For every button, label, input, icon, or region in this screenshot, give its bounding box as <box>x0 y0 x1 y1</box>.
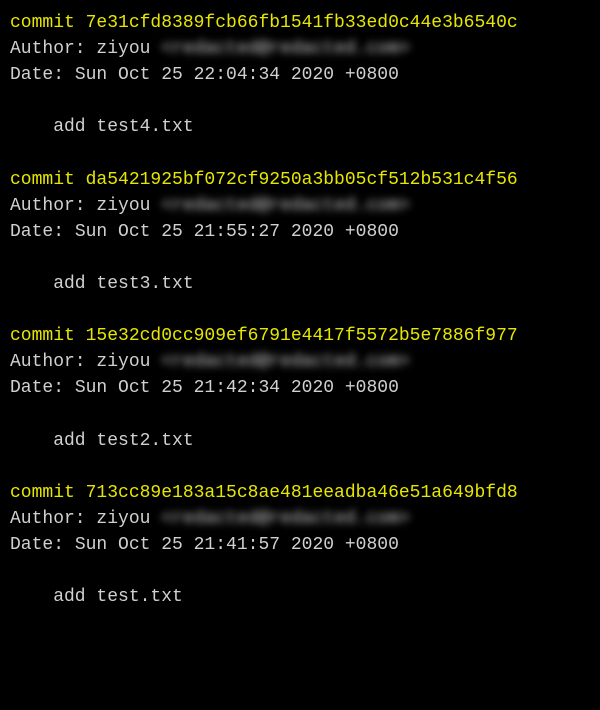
commit-label: commit <box>10 13 75 33</box>
commit-label: commit <box>10 170 75 190</box>
commit-line: commit 7e31cfd8389fcb66fb1541fb33ed0c44e… <box>10 10 590 36</box>
git-log-output: commit 7e31cfd8389fcb66fb1541fb33ed0c44e… <box>10 10 590 636</box>
author-line: Author: ziyou <redacted@redacted.com> <box>10 193 590 219</box>
author-name: ziyou <box>86 352 162 372</box>
date-label: Date: <box>10 65 75 85</box>
author-email: <redacted@redacted.com> <box>161 39 409 59</box>
author-line: Author: ziyou <redacted@redacted.com> <box>10 36 590 62</box>
author-line: Author: ziyou <redacted@redacted.com> <box>10 506 590 532</box>
commit-block: commit da5421925bf072cf9250a3bb05cf512b5… <box>10 167 590 324</box>
author-name: ziyou <box>86 509 162 529</box>
author-label: Author: <box>10 509 86 529</box>
commit-message: add test2.txt <box>10 428 590 454</box>
date-label: Date: <box>10 222 75 242</box>
date-line: Date: Sun Oct 25 21:55:27 2020 +0800 <box>10 219 590 245</box>
author-email: <redacted@redacted.com> <box>161 352 409 372</box>
commit-block: commit 713cc89e183a15c8ae481eeadba46e51a… <box>10 480 590 637</box>
commit-message: add test4.txt <box>10 114 590 140</box>
date-label: Date: <box>10 378 75 398</box>
blank-line <box>10 454 590 480</box>
blank-line <box>10 88 590 114</box>
commit-hash: 713cc89e183a15c8ae481eeadba46e51a649bfd8 <box>75 483 518 503</box>
blank-line <box>10 558 590 584</box>
date-line: Date: Sun Oct 25 21:42:34 2020 +0800 <box>10 375 590 401</box>
author-label: Author: <box>10 39 86 59</box>
blank-line <box>10 297 590 323</box>
commit-message: add test3.txt <box>10 271 590 297</box>
date-value: Sun Oct 25 21:42:34 2020 +0800 <box>75 378 399 398</box>
commit-line: commit 15e32cd0cc909ef6791e4417f5572b5e7… <box>10 323 590 349</box>
author-name: ziyou <box>86 39 162 59</box>
commit-label: commit <box>10 483 75 503</box>
commit-label: commit <box>10 326 75 346</box>
author-name: ziyou <box>86 196 162 216</box>
commit-block: commit 7e31cfd8389fcb66fb1541fb33ed0c44e… <box>10 10 590 167</box>
author-label: Author: <box>10 196 86 216</box>
blank-line <box>10 140 590 166</box>
date-line: Date: Sun Oct 25 22:04:34 2020 +0800 <box>10 62 590 88</box>
blank-line <box>10 610 590 636</box>
commit-hash: da5421925bf072cf9250a3bb05cf512b531c4f56 <box>75 170 518 190</box>
date-value: Sun Oct 25 21:41:57 2020 +0800 <box>75 535 399 555</box>
date-line: Date: Sun Oct 25 21:41:57 2020 +0800 <box>10 532 590 558</box>
commit-line: commit 713cc89e183a15c8ae481eeadba46e51a… <box>10 480 590 506</box>
blank-line <box>10 401 590 427</box>
commit-block: commit 15e32cd0cc909ef6791e4417f5572b5e7… <box>10 323 590 480</box>
author-email: <redacted@redacted.com> <box>161 509 409 529</box>
date-label: Date: <box>10 535 75 555</box>
date-value: Sun Oct 25 22:04:34 2020 +0800 <box>75 65 399 85</box>
commit-message: add test.txt <box>10 584 590 610</box>
blank-line <box>10 245 590 271</box>
author-email: <redacted@redacted.com> <box>161 196 409 216</box>
commit-hash: 7e31cfd8389fcb66fb1541fb33ed0c44e3b6540c <box>75 13 518 33</box>
commit-line: commit da5421925bf072cf9250a3bb05cf512b5… <box>10 167 590 193</box>
commit-hash: 15e32cd0cc909ef6791e4417f5572b5e7886f977 <box>75 326 518 346</box>
date-value: Sun Oct 25 21:55:27 2020 +0800 <box>75 222 399 242</box>
author-label: Author: <box>10 352 86 372</box>
author-line: Author: ziyou <redacted@redacted.com> <box>10 349 590 375</box>
